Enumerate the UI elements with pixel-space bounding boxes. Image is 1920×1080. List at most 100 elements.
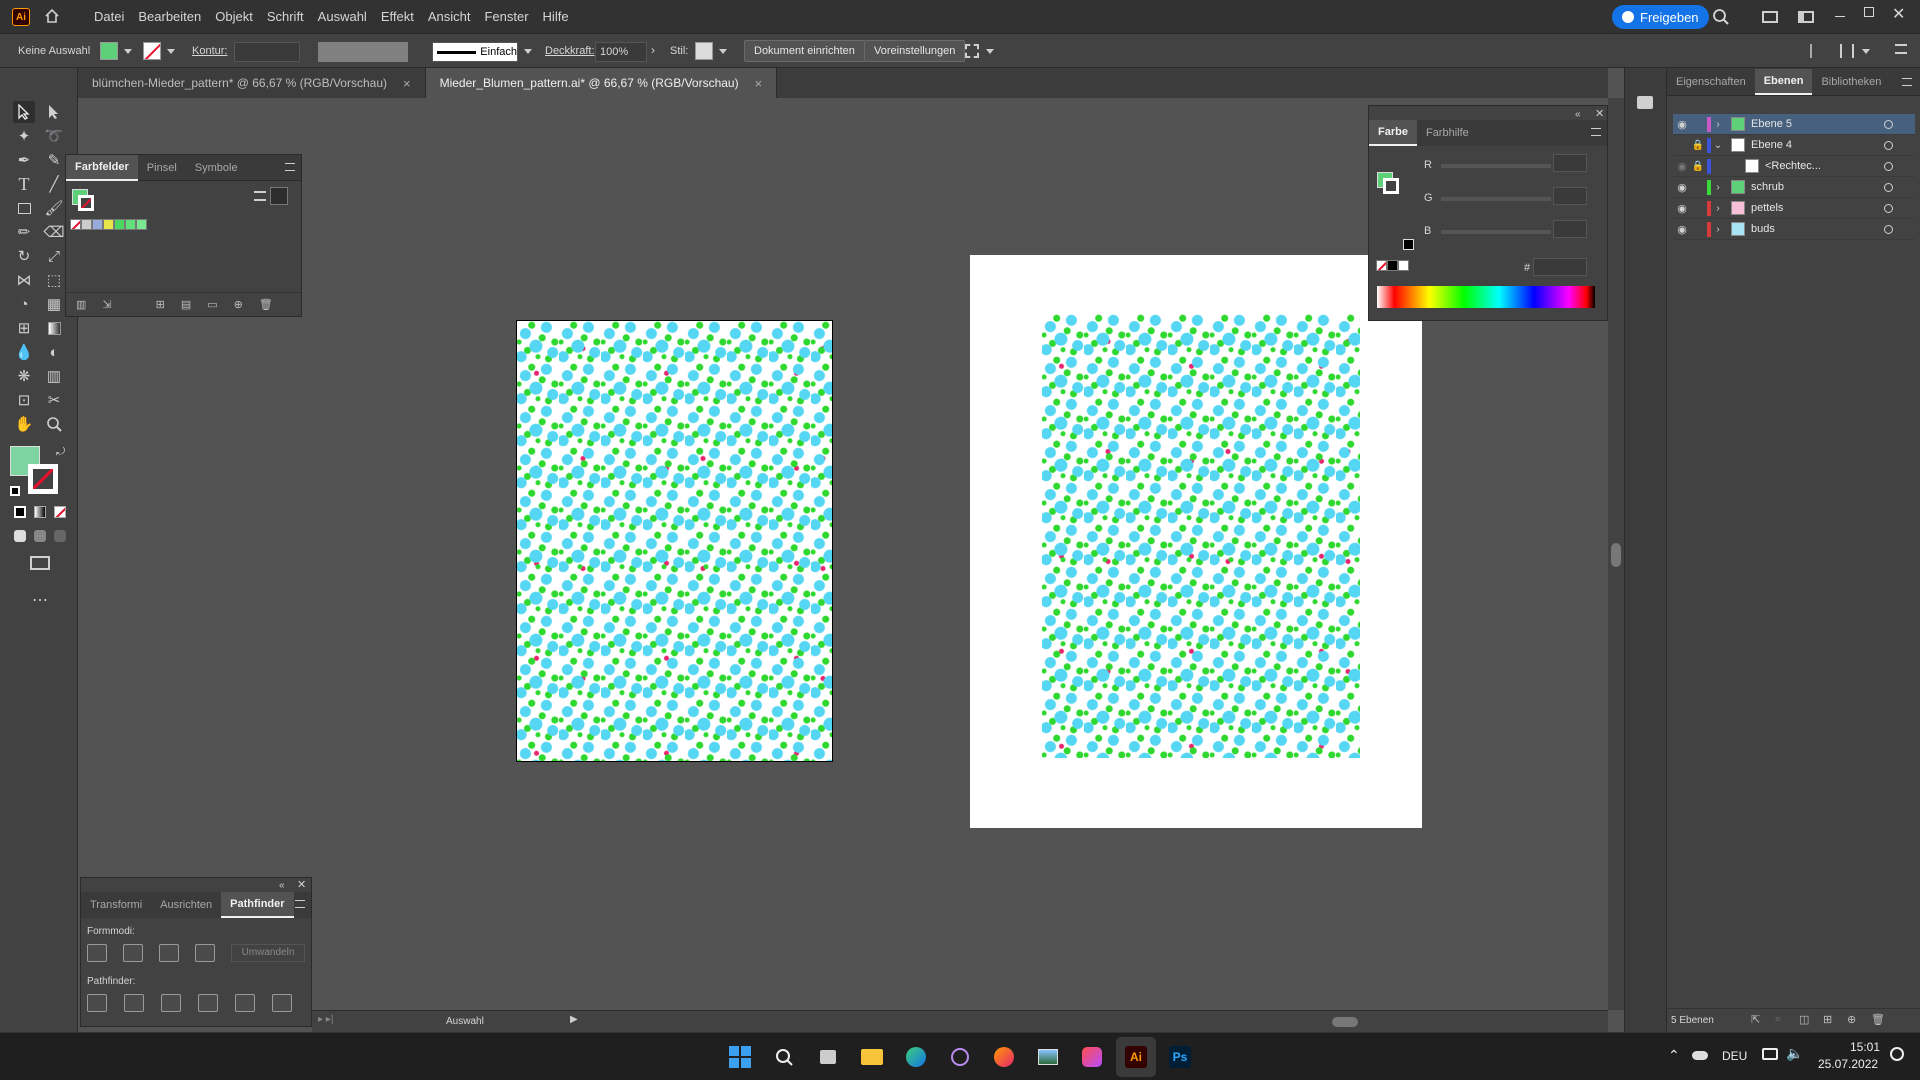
distribute-icon[interactable] xyxy=(1840,44,1854,58)
close-icon[interactable]: × xyxy=(403,76,411,91)
delete-layer-icon[interactable]: 🗑 xyxy=(1871,1013,1885,1026)
opacity-label[interactable]: Deckkraft: xyxy=(545,45,595,57)
close-window-icon[interactable]: ✕ xyxy=(1892,4,1905,24)
swatch-yellow[interactable] xyxy=(103,218,114,230)
menu-effekt[interactable]: Effekt xyxy=(381,9,414,24)
selection-tool-icon[interactable] xyxy=(13,101,35,123)
target-icon[interactable] xyxy=(1884,182,1893,192)
layer-row[interactable]: ◉ › buds xyxy=(1673,219,1915,240)
target-icon[interactable] xyxy=(1884,119,1893,129)
r-slider[interactable] xyxy=(1441,164,1551,168)
minus-front-button[interactable] xyxy=(123,944,143,962)
layer-row[interactable]: 🔒 ⌄ Ebene 4 xyxy=(1673,135,1915,156)
chevron-right-icon[interactable]: › xyxy=(1711,182,1725,193)
chevron-up-icon[interactable]: ⌃ xyxy=(1668,1047,1680,1064)
tab-layers[interactable]: Ebenen xyxy=(1754,68,1813,95)
home-icon[interactable] xyxy=(44,8,60,24)
swap-colors-icon[interactable]: ⤾ xyxy=(56,446,65,459)
draw-normal-icon[interactable] xyxy=(14,530,26,542)
task-view-icon[interactable] xyxy=(808,1037,848,1077)
chevron-down-icon[interactable] xyxy=(1862,49,1870,54)
color-mode-icon[interactable] xyxy=(14,506,26,518)
target-icon[interactable] xyxy=(1884,161,1893,171)
menu-objekt[interactable]: Objekt xyxy=(215,9,253,24)
grid-view-icon[interactable] xyxy=(270,187,288,205)
swatch-registration[interactable] xyxy=(81,218,92,230)
align-icon[interactable] xyxy=(1810,44,1822,58)
chevron-down-icon[interactable] xyxy=(719,49,727,54)
menu-bearbeiten[interactable]: Bearbeiten xyxy=(138,9,201,24)
illustrator-icon[interactable]: Ai xyxy=(1116,1037,1156,1077)
tab-libraries[interactable]: Bibliotheken xyxy=(1812,69,1890,95)
new-color-group-icon[interactable]: ▭ xyxy=(207,298,217,311)
stroke-label[interactable]: Kontur: xyxy=(192,45,227,57)
tab-document-2[interactable]: Mieder_Blumen_pattern.ai* @ 66,67 % (RGB… xyxy=(425,68,778,98)
horizontal-scrollbar[interactable] xyxy=(592,1017,1592,1027)
b-value-field[interactable] xyxy=(1553,220,1587,238)
rotate-tool-icon[interactable]: ↻ xyxy=(13,245,35,267)
tab-properties[interactable]: Eigenschaften xyxy=(1667,69,1755,95)
comments-icon[interactable] xyxy=(1637,96,1653,109)
swatch-green-2[interactable] xyxy=(125,218,136,230)
curvature-tool-icon[interactable]: ✎ xyxy=(43,149,65,171)
notifications-icon[interactable] xyxy=(1890,1047,1904,1061)
collapse-icon[interactable]: « xyxy=(279,880,285,891)
new-layer-icon[interactable]: ⊕ xyxy=(1847,1013,1856,1026)
minimize-icon[interactable] xyxy=(1835,16,1845,17)
menu-ansicht[interactable]: Ansicht xyxy=(428,9,471,24)
layer-name[interactable]: pettels xyxy=(1751,202,1783,214)
chevron-right-icon[interactable]: › xyxy=(1711,203,1725,214)
none-color-icon[interactable] xyxy=(1376,260,1387,271)
tab-pathfinder[interactable]: Pathfinder xyxy=(221,892,294,918)
free-transform-tool-icon[interactable]: ⬚ xyxy=(43,269,65,291)
expand-button[interactable]: Umwandeln xyxy=(231,944,305,962)
blend-tool-icon[interactable]: ◐ xyxy=(43,341,65,363)
close-icon[interactable]: ✕ xyxy=(1595,107,1604,120)
arrange-documents-icon[interactable] xyxy=(1762,11,1778,23)
scroll-thumb[interactable] xyxy=(1332,1017,1358,1027)
swatch-library-icon[interactable]: ▥ xyxy=(76,298,86,311)
variable-width-profile[interactable] xyxy=(318,42,408,62)
new-sublayer-icon[interactable]: ⊞ xyxy=(1823,1013,1832,1026)
eraser-tool-icon[interactable]: ⌫ xyxy=(43,221,65,243)
tab-document-1[interactable]: blümchen-Mieder_pattern* @ 66,67 % (RGB/… xyxy=(78,68,426,98)
pen-tool-icon[interactable]: ✒ xyxy=(13,149,35,171)
chevron-down-icon[interactable] xyxy=(124,49,132,54)
column-graph-tool-icon[interactable]: ▥ xyxy=(43,365,65,387)
stroke-weight-stepper[interactable] xyxy=(234,42,300,62)
lock-icon[interactable]: 🔒 xyxy=(1691,140,1705,151)
transform-options-icon[interactable] xyxy=(965,44,979,58)
symbol-sprayer-tool-icon[interactable]: ❋ xyxy=(13,365,35,387)
menu-schrift[interactable]: Schrift xyxy=(267,9,304,24)
chevron-down-icon[interactable] xyxy=(167,49,175,54)
shape-builder-tool-icon[interactable]: ◔ xyxy=(13,293,35,315)
chevron-right-icon[interactable]: › xyxy=(1711,119,1725,130)
stroke-swatch[interactable] xyxy=(143,42,161,60)
language-indicator[interactable]: DEU xyxy=(1722,1049,1747,1063)
app-logo[interactable]: Ai xyxy=(12,8,30,26)
target-icon[interactable] xyxy=(1884,224,1893,234)
share-button[interactable]: Freigeben xyxy=(1612,5,1709,29)
rectangle-tool-icon[interactable] xyxy=(13,197,35,219)
vertical-scrollbar[interactable] xyxy=(1608,98,1624,1010)
crop-button[interactable] xyxy=(198,994,218,1012)
line-tool-icon[interactable]: ╱ xyxy=(43,173,65,195)
zoom-tool-icon[interactable] xyxy=(43,413,65,435)
creative-cloud-icon[interactable] xyxy=(1072,1037,1112,1077)
workspace-icon[interactable] xyxy=(1798,11,1814,23)
layer-row[interactable]: ◉ › Ebene 5 xyxy=(1673,114,1915,135)
draw-behind-icon[interactable] xyxy=(34,530,46,542)
layer-name[interactable]: Ebene 4 xyxy=(1751,139,1792,151)
lock-icon[interactable]: 🔒 xyxy=(1691,161,1705,172)
trim-button[interactable] xyxy=(124,994,144,1012)
layer-name[interactable]: schrub xyxy=(1751,181,1784,193)
layer-row[interactable]: ◉ › pettels xyxy=(1673,198,1915,219)
tab-color-guide[interactable]: Farbhilfe xyxy=(1417,120,1478,146)
chevron-right-icon[interactable]: › xyxy=(651,43,655,57)
minus-back-button[interactable] xyxy=(272,994,292,1012)
none-mode-icon[interactable] xyxy=(54,506,66,518)
onedrive-icon[interactable] xyxy=(1692,1051,1708,1060)
panel-menu-icon[interactable] xyxy=(285,163,295,171)
gradient-tool-icon[interactable] xyxy=(43,317,65,339)
tab-transform[interactable]: Transformi xyxy=(81,892,151,918)
